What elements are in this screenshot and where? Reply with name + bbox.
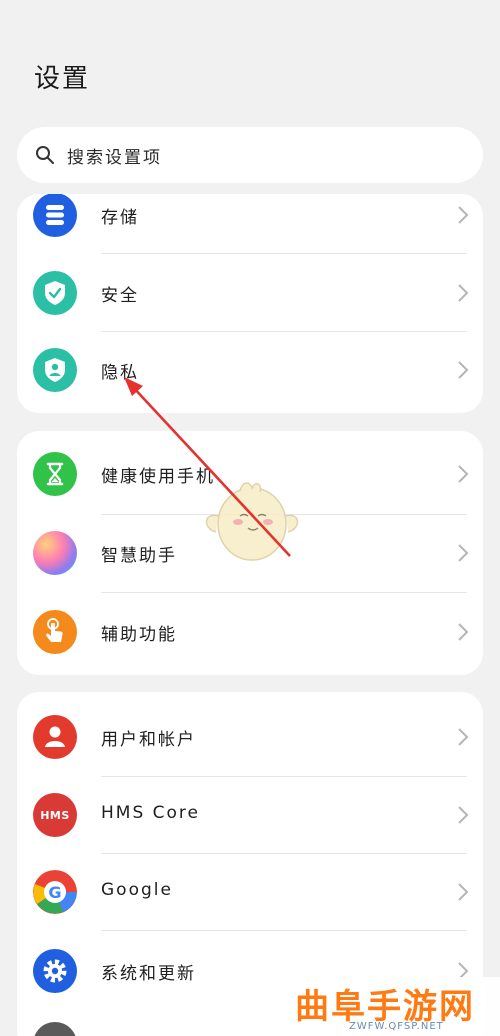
settings-item-label: 用户和帐户 xyxy=(101,730,196,750)
settings-item-hms-core[interactable]: HMS HMS Core xyxy=(17,776,483,854)
chevron-right-icon xyxy=(458,883,469,901)
watermark-url: ZWFW.QFSP.NET xyxy=(349,1021,444,1032)
settings-item-security[interactable]: 安全 xyxy=(17,254,483,332)
settings-item-label: 系统和更新 xyxy=(101,964,196,984)
settings-group-1: 存储 安全 隐私 xyxy=(17,194,483,413)
mascot-watermark xyxy=(205,482,299,561)
search-bar[interactable]: 搜索设置项 xyxy=(17,127,483,183)
search-icon xyxy=(36,146,54,164)
privacy-shield-icon xyxy=(33,348,77,392)
hourglass-icon xyxy=(33,452,77,496)
settings-item-label: Google xyxy=(101,880,173,900)
chevron-right-icon xyxy=(458,806,469,824)
chevron-right-icon xyxy=(458,544,469,562)
settings-item-users-accounts[interactable]: 用户和帐户 xyxy=(17,698,483,776)
settings-screen: 设置 搜索设置项 存储 安全 隐私 健康使用手机 智慧助手 辅助功能 用户和帐户… xyxy=(0,0,500,1036)
divider xyxy=(101,930,467,931)
svg-text:G: G xyxy=(48,883,61,902)
settings-item-label: 存储 xyxy=(101,208,139,228)
gear-icon xyxy=(33,949,77,993)
chevron-right-icon xyxy=(458,623,469,641)
chevron-right-icon xyxy=(458,728,469,746)
settings-item-label: HMS Core xyxy=(101,803,200,823)
settings-item-label: 安全 xyxy=(101,286,139,306)
chevron-right-icon xyxy=(458,465,469,483)
settings-item-label: 智慧助手 xyxy=(101,546,177,566)
hms-icon: HMS xyxy=(33,793,77,837)
site-watermark: 曲阜手游网 ZWFW.QFSP.NET xyxy=(287,977,500,1036)
settings-item-accessibility[interactable]: 辅助功能 xyxy=(17,593,483,671)
assistant-orb-icon xyxy=(33,531,77,575)
settings-item-label: 隐私 xyxy=(101,363,139,383)
chevron-right-icon xyxy=(458,206,469,224)
google-icon: G xyxy=(33,870,77,914)
settings-item-privacy[interactable]: 隐私 xyxy=(17,331,483,409)
chevron-right-icon xyxy=(458,361,469,379)
chevron-right-icon xyxy=(458,284,469,302)
page-title: 设置 xyxy=(34,64,91,94)
user-icon xyxy=(33,715,77,759)
storage-icon xyxy=(33,194,77,237)
settings-item-google[interactable]: G Google xyxy=(17,853,483,931)
hand-tap-icon xyxy=(33,610,77,654)
settings-item-label: 辅助功能 xyxy=(101,625,177,645)
shield-check-icon xyxy=(33,271,77,315)
settings-item-storage[interactable]: 存储 xyxy=(17,194,483,254)
search-placeholder: 搜索设置项 xyxy=(67,147,162,168)
